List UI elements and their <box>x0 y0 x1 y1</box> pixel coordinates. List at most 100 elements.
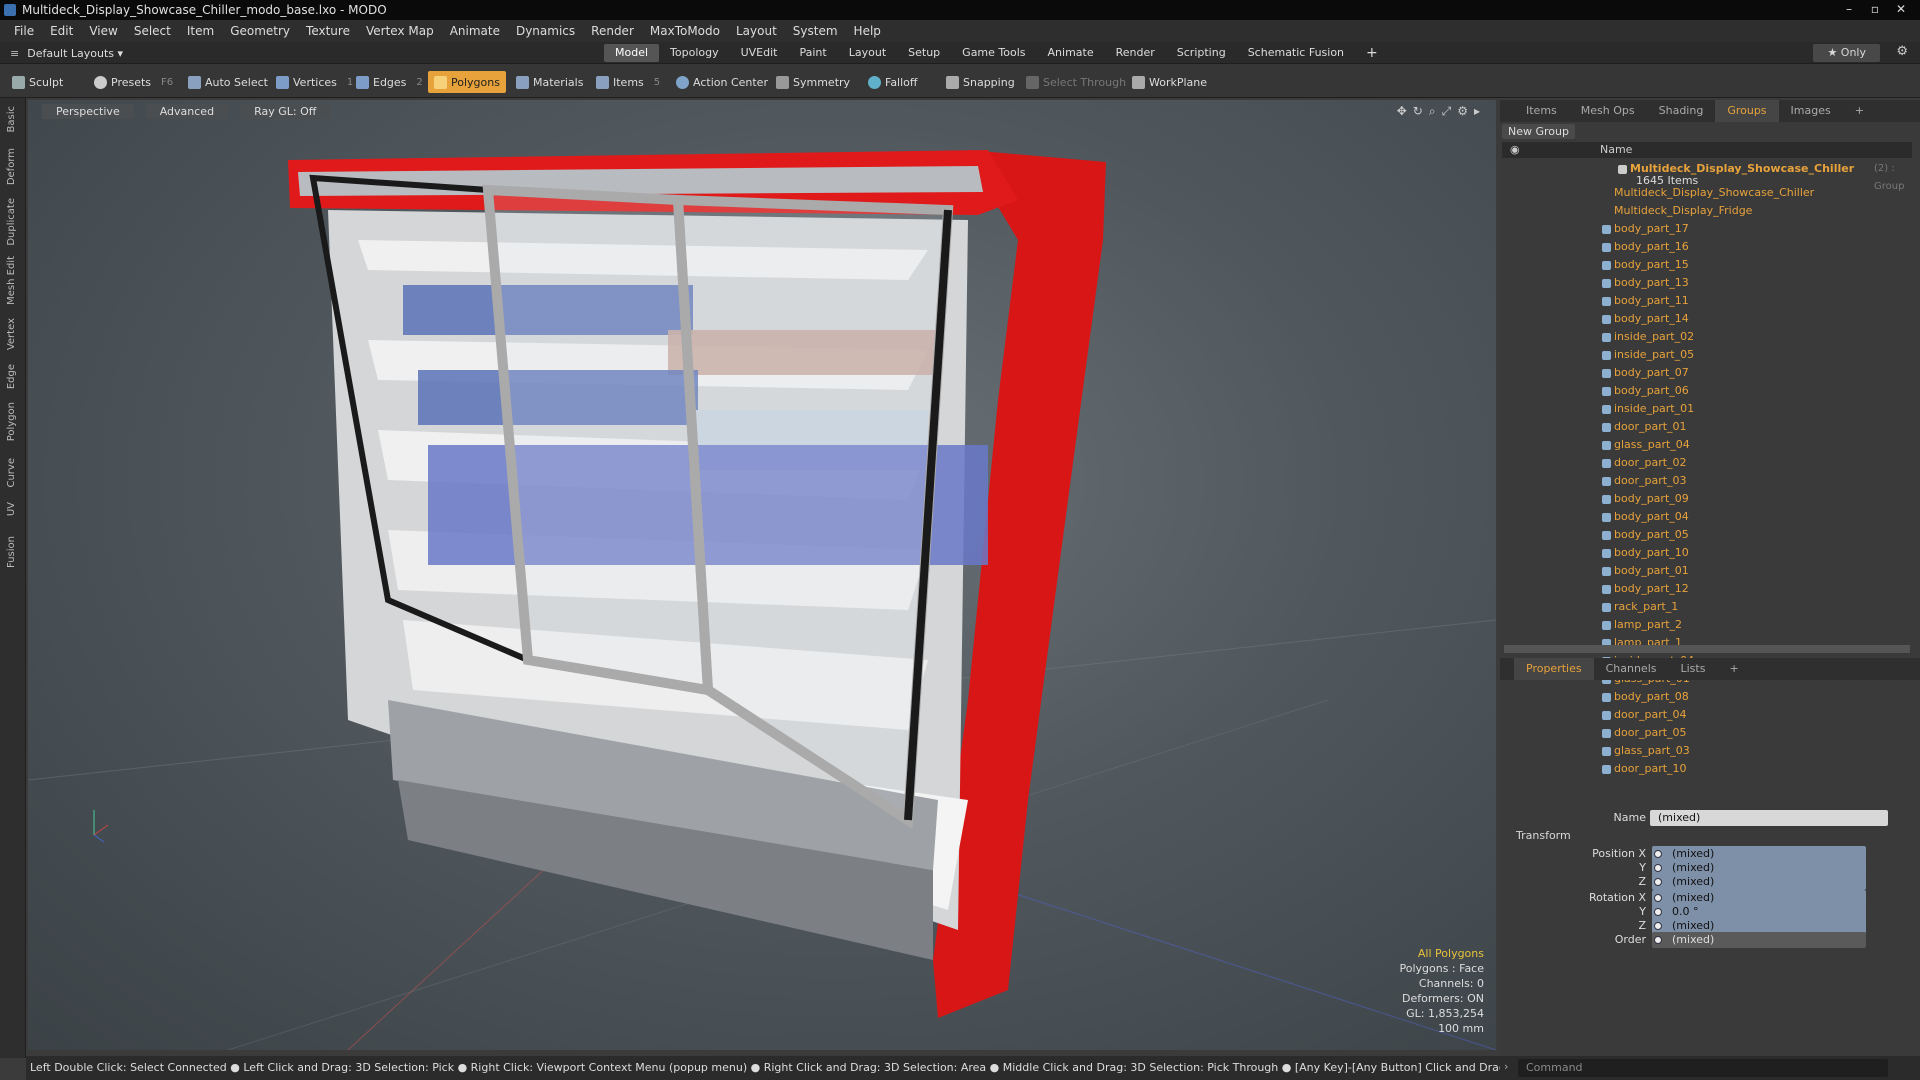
menu-layout[interactable]: Layout <box>728 24 785 38</box>
menu-edit[interactable]: Edit <box>42 24 81 38</box>
tree-item-row[interactable]: body_part_11 <box>1502 292 1912 310</box>
tab-edge[interactable]: Edge <box>6 364 17 389</box>
tab-setup[interactable]: Setup <box>897 44 951 62</box>
tab-items[interactable]: Items <box>1514 100 1569 122</box>
tab-uv[interactable]: UV <box>6 502 17 516</box>
tree-item-row[interactable]: rack_part_1 <box>1502 598 1912 616</box>
tab-layout[interactable]: Layout <box>838 44 897 62</box>
tree-item-row[interactable]: body_part_17 <box>1502 220 1912 238</box>
maximize-button[interactable]: ▫ <box>1862 0 1888 18</box>
add-prop-tab-icon[interactable]: + <box>1717 658 1750 680</box>
gear-icon[interactable]: ⚙ <box>1896 44 1908 59</box>
tree-item-row[interactable]: body_part_16 <box>1502 238 1912 256</box>
tree-item-row[interactable]: door_part_10 <box>1502 760 1912 778</box>
keyframe-dot-icon[interactable] <box>1654 850 1662 858</box>
sculpt-button[interactable]: Sculpt <box>6 71 69 93</box>
command-input[interactable]: Command <box>1518 1059 1888 1077</box>
select-through-button[interactable]: Select Through <box>1020 71 1132 93</box>
tab-model[interactable]: Model <box>604 44 660 62</box>
tab-render[interactable]: Render <box>1105 44 1166 62</box>
tab-fusion[interactable]: Fusion <box>6 536 17 568</box>
tree-item-row[interactable]: body_part_13 <box>1502 274 1912 292</box>
visibility-column-icon[interactable]: ◉ <box>1510 143 1520 156</box>
menu-item[interactable]: Item <box>179 24 222 38</box>
tree-scrollbar[interactable] <box>1504 645 1910 653</box>
snapping-button[interactable]: Snapping <box>940 71 1021 93</box>
keyframe-dot-icon[interactable] <box>1654 894 1662 902</box>
tree-item-row[interactable]: inside_part_02 <box>1502 328 1912 346</box>
tree-item-row[interactable]: body_part_06 <box>1502 382 1912 400</box>
tab-duplicate[interactable]: Duplicate <box>6 198 17 246</box>
close-button[interactable]: ✕ <box>1888 0 1914 18</box>
tree-item-row[interactable]: Multideck_Display_Showcase_Chiller <box>1502 184 1912 202</box>
keyframe-dot-icon[interactable] <box>1654 908 1662 916</box>
falloff-button[interactable]: Falloff <box>862 71 923 93</box>
tab-animate[interactable]: Animate <box>1037 44 1105 62</box>
keyframe-dot-icon[interactable] <box>1654 936 1662 944</box>
tree-item-row[interactable]: body_part_10 <box>1502 544 1912 562</box>
menu-geometry[interactable]: Geometry <box>222 24 298 38</box>
tree-item-row[interactable]: Multideck_Display_Fridge <box>1502 202 1912 220</box>
tree-item-row[interactable]: glass_part_03 <box>1502 742 1912 760</box>
menu-help[interactable]: Help <box>846 24 889 38</box>
keyframe-dot-icon[interactable] <box>1654 922 1662 930</box>
tab-properties[interactable]: Properties <box>1514 658 1594 680</box>
menu-system[interactable]: System <box>785 24 846 38</box>
tab-schematic-fusion[interactable]: Schematic Fusion <box>1237 44 1355 62</box>
menu-animate[interactable]: Animate <box>442 24 508 38</box>
tree-item-row[interactable]: inside_part_01 <box>1502 400 1912 418</box>
new-group-button[interactable]: New Group <box>1502 124 1575 139</box>
transform-row-value[interactable]: (mixed) <box>1652 932 1866 948</box>
tab-deform[interactable]: Deform <box>6 148 17 185</box>
menu-render[interactable]: Render <box>583 24 642 38</box>
presets-button[interactable]: Presets F6 <box>88 71 179 93</box>
add-tab-icon[interactable]: + <box>1355 44 1389 62</box>
tab-mesh-edit[interactable]: Mesh Edit <box>6 256 17 305</box>
polygons-button[interactable]: Polygons <box>428 71 506 93</box>
action-center-button[interactable]: Action Center <box>670 71 774 93</box>
tab-game-tools[interactable]: Game Tools <box>951 44 1036 62</box>
layout-selector[interactable]: ≡ Default Layouts ▾ <box>10 44 123 62</box>
tree-item-row[interactable]: body_part_07 <box>1502 364 1912 382</box>
tree-item-row[interactable]: body_part_01 <box>1502 562 1912 580</box>
vertices-button[interactable]: Vertices 1 <box>270 71 359 93</box>
menu-select[interactable]: Select <box>126 24 179 38</box>
menu-dynamics[interactable]: Dynamics <box>508 24 583 38</box>
viewport-3d[interactable]: Perspective Advanced Ray GL: Off ✥ ↻ ⌕ ⤢… <box>28 100 1496 1050</box>
tab-shading[interactable]: Shading <box>1647 100 1716 122</box>
menu-vertex-map[interactable]: Vertex Map <box>358 24 442 38</box>
menu-texture[interactable]: Texture <box>298 24 358 38</box>
tree-item-row[interactable]: body_part_04 <box>1502 508 1912 526</box>
tab-topology[interactable]: Topology <box>659 44 730 62</box>
minimize-button[interactable]: – <box>1836 0 1862 18</box>
name-field[interactable]: (mixed) <box>1650 810 1888 826</box>
tree-item-row[interactable]: body_part_08 <box>1502 688 1912 706</box>
tree-item-row[interactable]: lamp_part_2 <box>1502 616 1912 634</box>
tab-paint[interactable]: Paint <box>789 44 838 62</box>
tab-channels[interactable]: Channels <box>1594 658 1669 680</box>
tree-item-row[interactable]: inside_part_05 <box>1502 346 1912 364</box>
tree-item-row[interactable]: door_part_04 <box>1502 706 1912 724</box>
tree-item-row[interactable]: body_part_09 <box>1502 490 1912 508</box>
keyframe-dot-icon[interactable] <box>1654 878 1662 886</box>
add-panel-tab-icon[interactable]: + <box>1843 100 1876 122</box>
tree-item-row[interactable]: body_part_05 <box>1502 526 1912 544</box>
menu-view[interactable]: View <box>81 24 125 38</box>
items-button[interactable]: Items 5 <box>590 71 666 93</box>
tree-item-row[interactable]: body_part_12 <box>1502 580 1912 598</box>
tab-polygon[interactable]: Polygon <box>6 402 17 441</box>
keyframe-dot-icon[interactable] <box>1654 864 1662 872</box>
tree-item-row[interactable]: body_part_15 <box>1502 256 1912 274</box>
only-button[interactable]: ★ Only <box>1813 44 1880 62</box>
tab-lists[interactable]: Lists <box>1669 658 1718 680</box>
auto-select-button[interactable]: Auto Select <box>182 71 274 93</box>
tree-item-row[interactable]: door_part_03 <box>1502 472 1912 490</box>
tab-images[interactable]: Images <box>1779 100 1843 122</box>
menu-file[interactable]: File <box>6 24 42 38</box>
tab-mesh-ops[interactable]: Mesh Ops <box>1569 100 1647 122</box>
tree-item-row[interactable]: body_part_14 <box>1502 310 1912 328</box>
edges-button[interactable]: Edges 2 <box>350 71 429 93</box>
menu-maxtomodo[interactable]: MaxToModo <box>642 24 728 38</box>
symmetry-button[interactable]: Symmetry <box>770 71 856 93</box>
transform-row-value[interactable]: (mixed) <box>1652 874 1866 890</box>
